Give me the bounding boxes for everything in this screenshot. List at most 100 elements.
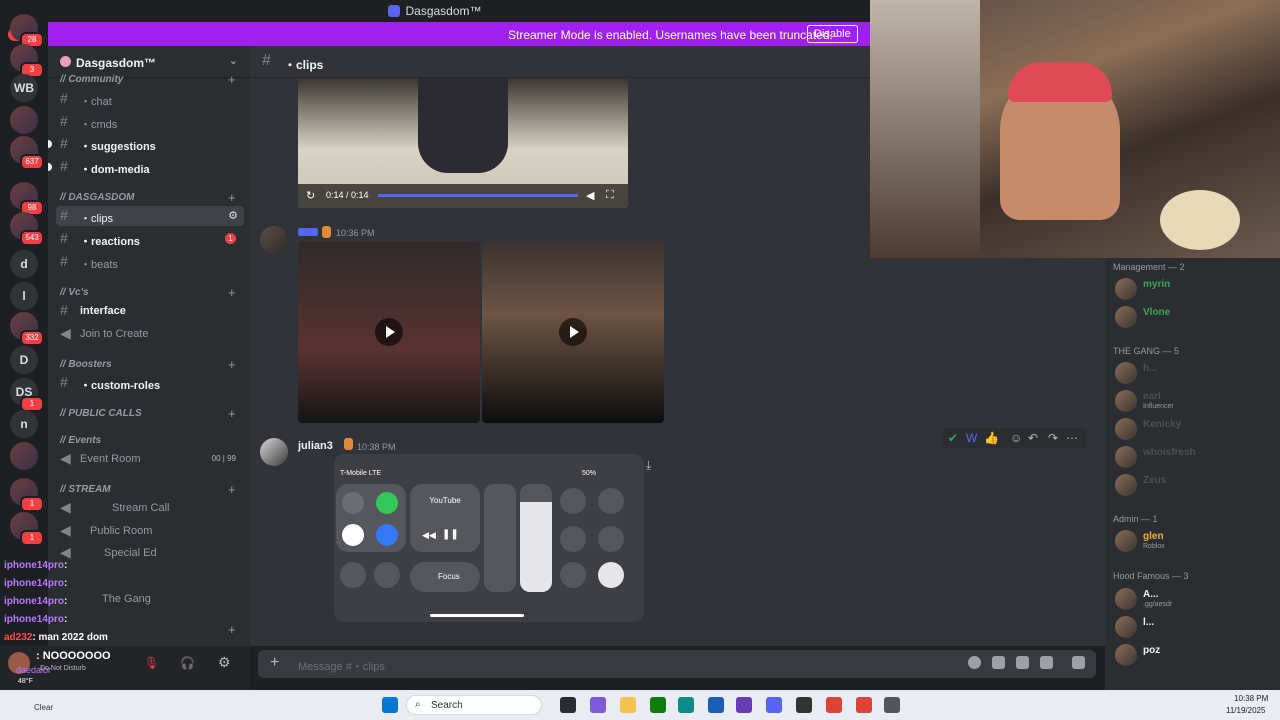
member-row[interactable]: Vlone xyxy=(1113,304,1273,330)
task-view-icon[interactable] xyxy=(560,697,576,713)
pause-icon[interactable]: ❚❚ xyxy=(442,529,459,540)
discord-icon[interactable] xyxy=(766,697,782,713)
server-icon[interactable]: WB xyxy=(10,74,38,102)
xbox-icon[interactable] xyxy=(650,697,666,713)
sticker-icon[interactable] xyxy=(1016,656,1029,669)
camera-icon[interactable] xyxy=(598,488,624,514)
w-reaction-icon[interactable]: W xyxy=(966,431,977,445)
video-attachment[interactable] xyxy=(298,241,480,423)
add-channel-icon[interactable]: + xyxy=(228,482,236,497)
server-icon[interactable] xyxy=(10,442,38,470)
member-row[interactable]: l... xyxy=(1113,614,1273,640)
emoji-icon[interactable] xyxy=(968,656,981,669)
forward-icon[interactable]: ↷ xyxy=(1048,431,1058,445)
channel-suggestions[interactable]: # ・suggestions xyxy=(48,134,244,154)
low-power-icon[interactable] xyxy=(598,562,624,588)
airplane-icon[interactable] xyxy=(342,492,364,514)
member-row[interactable]: earl Influencer xyxy=(1113,388,1273,414)
wifi-icon[interactable] xyxy=(342,524,364,546)
add-channel-icon[interactable]: + xyxy=(228,72,236,87)
deafen-icon[interactable]: 🎧 xyxy=(180,656,195,670)
image-attachment[interactable]: T-Mobile LTE 50% YouTube ◀◀ ❚❚ Focus xyxy=(334,454,644,622)
apps-icon[interactable] xyxy=(1072,656,1085,669)
channel-beats[interactable]: # ・beats xyxy=(56,252,244,272)
obs-icon[interactable] xyxy=(736,697,752,713)
member-row[interactable]: Kenicky xyxy=(1113,416,1273,442)
member-row[interactable]: whoisfresh xyxy=(1113,444,1273,470)
video-attachment[interactable] xyxy=(482,241,664,423)
gif-icon[interactable] xyxy=(992,656,1005,669)
add-channel-icon[interactable]: + xyxy=(228,357,236,372)
rewind-icon[interactable]: ◀◀ xyxy=(422,530,436,541)
video-progress[interactable] xyxy=(378,194,578,197)
copilot-icon[interactable] xyxy=(590,697,606,713)
brightness-slider[interactable] xyxy=(484,484,516,592)
add-channel-icon[interactable]: + xyxy=(228,285,236,300)
add-channel-icon[interactable]: + xyxy=(228,406,236,421)
video-attachment[interactable]: ↻ 0:14 / 0:14 ◀ ⛶ xyxy=(298,78,628,208)
add-reaction-icon[interactable]: ☺ xyxy=(1010,431,1022,445)
message-author[interactable]: julian3 xyxy=(298,440,333,452)
channel-interface[interactable]: # interface xyxy=(56,301,244,321)
server-icon[interactable]: d xyxy=(10,250,38,278)
edge-icon[interactable] xyxy=(678,697,694,713)
member-row[interactable]: myrin xyxy=(1113,276,1273,302)
settings-icon[interactable] xyxy=(884,697,900,713)
taskbar-search[interactable]: ⌕ Search xyxy=(406,695,542,715)
server-icon[interactable] xyxy=(10,106,38,134)
message-composer[interactable]: + Message #・clips xyxy=(258,650,1096,678)
member-row[interactable]: poz xyxy=(1113,642,1273,668)
focus-tile[interactable]: Focus xyxy=(410,562,480,592)
gear-icon[interactable]: ⚙ xyxy=(228,209,238,222)
avatar[interactable] xyxy=(260,438,288,466)
voice-public-room[interactable]: ◀ Public Room xyxy=(56,521,244,541)
disable-streamer-mode-button[interactable]: Disable xyxy=(807,25,858,43)
channel-chat[interactable]: # ・chat xyxy=(56,89,244,109)
add-attachment-icon[interactable]: + xyxy=(270,654,279,672)
play-icon[interactable] xyxy=(559,318,587,346)
category-vcs[interactable]: // Vc's xyxy=(60,287,89,298)
download-icon[interactable]: ⤓ xyxy=(646,458,651,473)
mute-icon[interactable]: 🎙 xyxy=(144,656,159,670)
connectivity-tile[interactable] xyxy=(336,484,406,552)
avatar[interactable] xyxy=(260,226,288,254)
redacted-username[interactable] xyxy=(298,228,318,236)
voice-join-to-create[interactable]: ◀ Join to Create xyxy=(56,324,244,344)
reply-icon[interactable]: ↶ xyxy=(1028,431,1038,445)
message-input[interactable]: Message #・clips xyxy=(298,658,385,674)
chrome-icon[interactable] xyxy=(856,697,872,713)
channel-clips[interactable]: # ・clips ⚙ xyxy=(56,206,244,226)
more-icon[interactable]: ⋯ xyxy=(1066,431,1078,445)
record-icon[interactable] xyxy=(598,526,624,552)
screen-mirroring-icon[interactable] xyxy=(374,562,400,588)
store-icon[interactable] xyxy=(708,697,724,713)
voice-stream-call[interactable]: ◀ Stream Call xyxy=(56,498,244,518)
thumbs-up-icon[interactable]: 👍 xyxy=(984,431,999,445)
bluetooth-icon[interactable] xyxy=(376,524,398,546)
member-row[interactable]: A... .gg/aesdr xyxy=(1113,586,1273,612)
category-boosters[interactable]: // Boosters xyxy=(60,359,112,370)
member-row[interactable]: Zeus xyxy=(1113,472,1273,498)
timer-icon[interactable] xyxy=(560,526,586,552)
gear-icon[interactable]: ⚙ xyxy=(218,654,231,671)
play-icon[interactable] xyxy=(375,318,403,346)
server-icon[interactable]: n xyxy=(10,410,38,438)
fullscreen-icon[interactable]: ⛶ xyxy=(606,189,614,202)
now-playing-tile[interactable]: YouTube ◀◀ ❚❚ xyxy=(410,484,480,552)
category-events[interactable]: // Events xyxy=(60,435,101,446)
calculator-icon[interactable] xyxy=(560,562,586,588)
replay-icon[interactable]: ↻ xyxy=(306,189,315,202)
channel-reactions[interactable]: # ・reactions 1 xyxy=(56,229,244,249)
rotation-lock-icon[interactable] xyxy=(340,562,366,588)
cellular-icon[interactable] xyxy=(376,492,398,514)
chrome-icon[interactable] xyxy=(826,697,842,713)
category-stream[interactable]: // STREAM xyxy=(60,484,111,495)
windows-start-icon[interactable] xyxy=(382,697,398,713)
channel-custom-roles[interactable]: # ・custom-roles xyxy=(56,373,244,393)
image-icon[interactable] xyxy=(1040,656,1053,669)
check-reaction-icon[interactable]: ✔ xyxy=(948,431,958,445)
member-row[interactable]: glen Roblox xyxy=(1113,528,1273,554)
flashlight-icon[interactable] xyxy=(560,488,586,514)
volume-slider[interactable] xyxy=(520,484,552,592)
category-community[interactable]: // Community xyxy=(60,74,123,85)
